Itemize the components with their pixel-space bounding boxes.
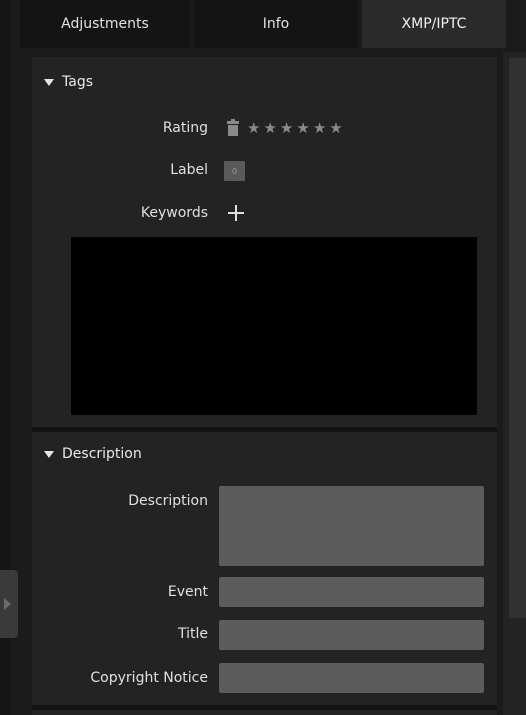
chevron-right-icon [4,598,11,610]
description-section-header[interactable]: Description [44,446,142,462]
description-section-title: Description [62,446,142,462]
section-divider [32,705,497,710]
tags-section-header[interactable]: Tags [44,74,93,90]
copyright-field[interactable] [219,663,484,693]
star-icon[interactable]: ★ [280,120,293,136]
triangle-down-icon [44,78,54,86]
star-icon[interactable]: ★ [313,120,326,136]
tab-adjustments[interactable]: Adjustments [20,0,190,48]
title-field[interactable] [219,620,484,650]
star-icon[interactable]: ★ [263,120,276,136]
label-label: Label [170,162,208,178]
tab-info[interactable]: Info [194,0,358,48]
star-icon[interactable]: ★ [296,120,309,136]
event-field[interactable] [219,577,484,607]
star-icon[interactable]: ★ [247,120,260,136]
copyright-label: Copyright Notice [90,670,208,686]
trash-icon[interactable] [226,119,240,137]
section-divider [32,427,497,432]
triangle-down-icon [44,450,54,458]
event-label: Event [167,584,208,600]
title-label: Title [177,626,208,642]
metadata-panel-app: Adjustments Info XMP/IPTC Tags Rating ★ … [0,0,526,715]
color-label-chip[interactable]: 0 [224,161,245,181]
rating-label: Rating [162,120,208,136]
tab-bar: Adjustments Info XMP/IPTC [20,0,506,48]
description-label: Description [128,493,208,509]
description-field[interactable] [219,486,484,566]
keywords-label: Keywords [140,205,208,221]
tags-section-title: Tags [62,74,93,90]
keywords-list[interactable] [71,237,477,415]
star-icon[interactable]: ★ [329,120,342,136]
tab-xmp-iptc[interactable]: XMP/IPTC [362,0,506,48]
rating-control[interactable]: ★ ★ ★ ★ ★ ★ [226,118,343,138]
scrollbar-thumb[interactable] [509,58,526,618]
side-panel-toggle[interactable] [0,570,18,638]
plus-icon[interactable] [228,205,244,221]
